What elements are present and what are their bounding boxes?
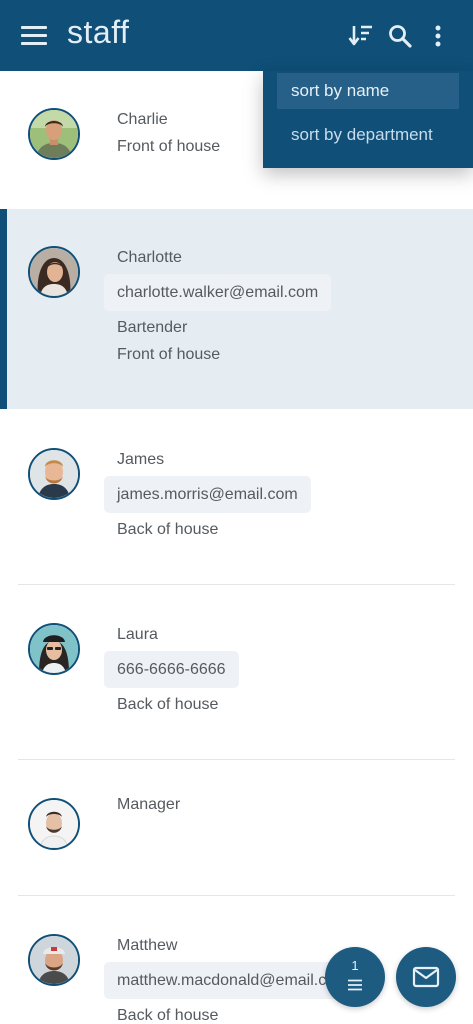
row-divider [18, 759, 455, 760]
avatar [28, 448, 80, 500]
avatar [28, 246, 80, 298]
avatar [28, 108, 80, 160]
filter-count: 1 [351, 958, 359, 973]
selection-indicator [0, 209, 7, 409]
app-bar: staff [0, 0, 473, 71]
phone-chip[interactable]: 666-6666-6666 [104, 651, 239, 688]
staff-name: James [117, 451, 165, 468]
list-icon [348, 979, 362, 991]
avatar [28, 623, 80, 675]
sort-by-name-option[interactable]: sort by name [277, 73, 459, 109]
staff-role: Bartender [117, 319, 188, 336]
staff-department: Back of house [117, 696, 219, 713]
staff-name: Laura [117, 626, 158, 643]
search-icon[interactable] [386, 22, 414, 50]
more-options-icon[interactable] [424, 22, 452, 50]
avatar [28, 798, 80, 850]
staff-department: Back of house [117, 1007, 219, 1024]
staff-row-laura[interactable]: Laura 666-6666-6666 Back of house [0, 586, 473, 761]
staff-row-charlotte[interactable]: Charlotte charlotte.walker@email.com Bar… [0, 209, 473, 409]
staff-name: Manager [117, 796, 181, 813]
staff-row-manager[interactable]: Manager [0, 761, 473, 896]
staff-department: Front of house [117, 138, 221, 155]
staff-row-james[interactable]: James james.morris@email.com Back of hou… [0, 411, 473, 586]
staff-department: Front of house [117, 346, 221, 363]
sort-by-department-option[interactable]: sort by department [277, 117, 459, 153]
avatar [28, 934, 80, 986]
staff-name: Charlie [117, 111, 168, 128]
row-divider [18, 584, 455, 585]
sort-icon[interactable] [347, 22, 375, 50]
staff-name: Charlotte [117, 249, 182, 266]
row-divider [18, 895, 455, 896]
filter-count-button[interactable]: 1 [325, 947, 385, 1007]
email-chip[interactable]: matthew.macdonald@email.com [104, 962, 362, 999]
email-chip[interactable]: james.morris@email.com [104, 476, 311, 513]
staff-department: Back of house [117, 521, 219, 538]
staff-name: Matthew [117, 937, 178, 954]
sort-menu: sort by name sort by department [263, 71, 473, 168]
email-staff-button[interactable] [396, 947, 456, 1007]
page-title: staff [67, 14, 130, 50]
email-chip[interactable]: charlotte.walker@email.com [104, 274, 332, 311]
mail-icon [412, 966, 440, 988]
menu-icon[interactable] [18, 22, 52, 52]
